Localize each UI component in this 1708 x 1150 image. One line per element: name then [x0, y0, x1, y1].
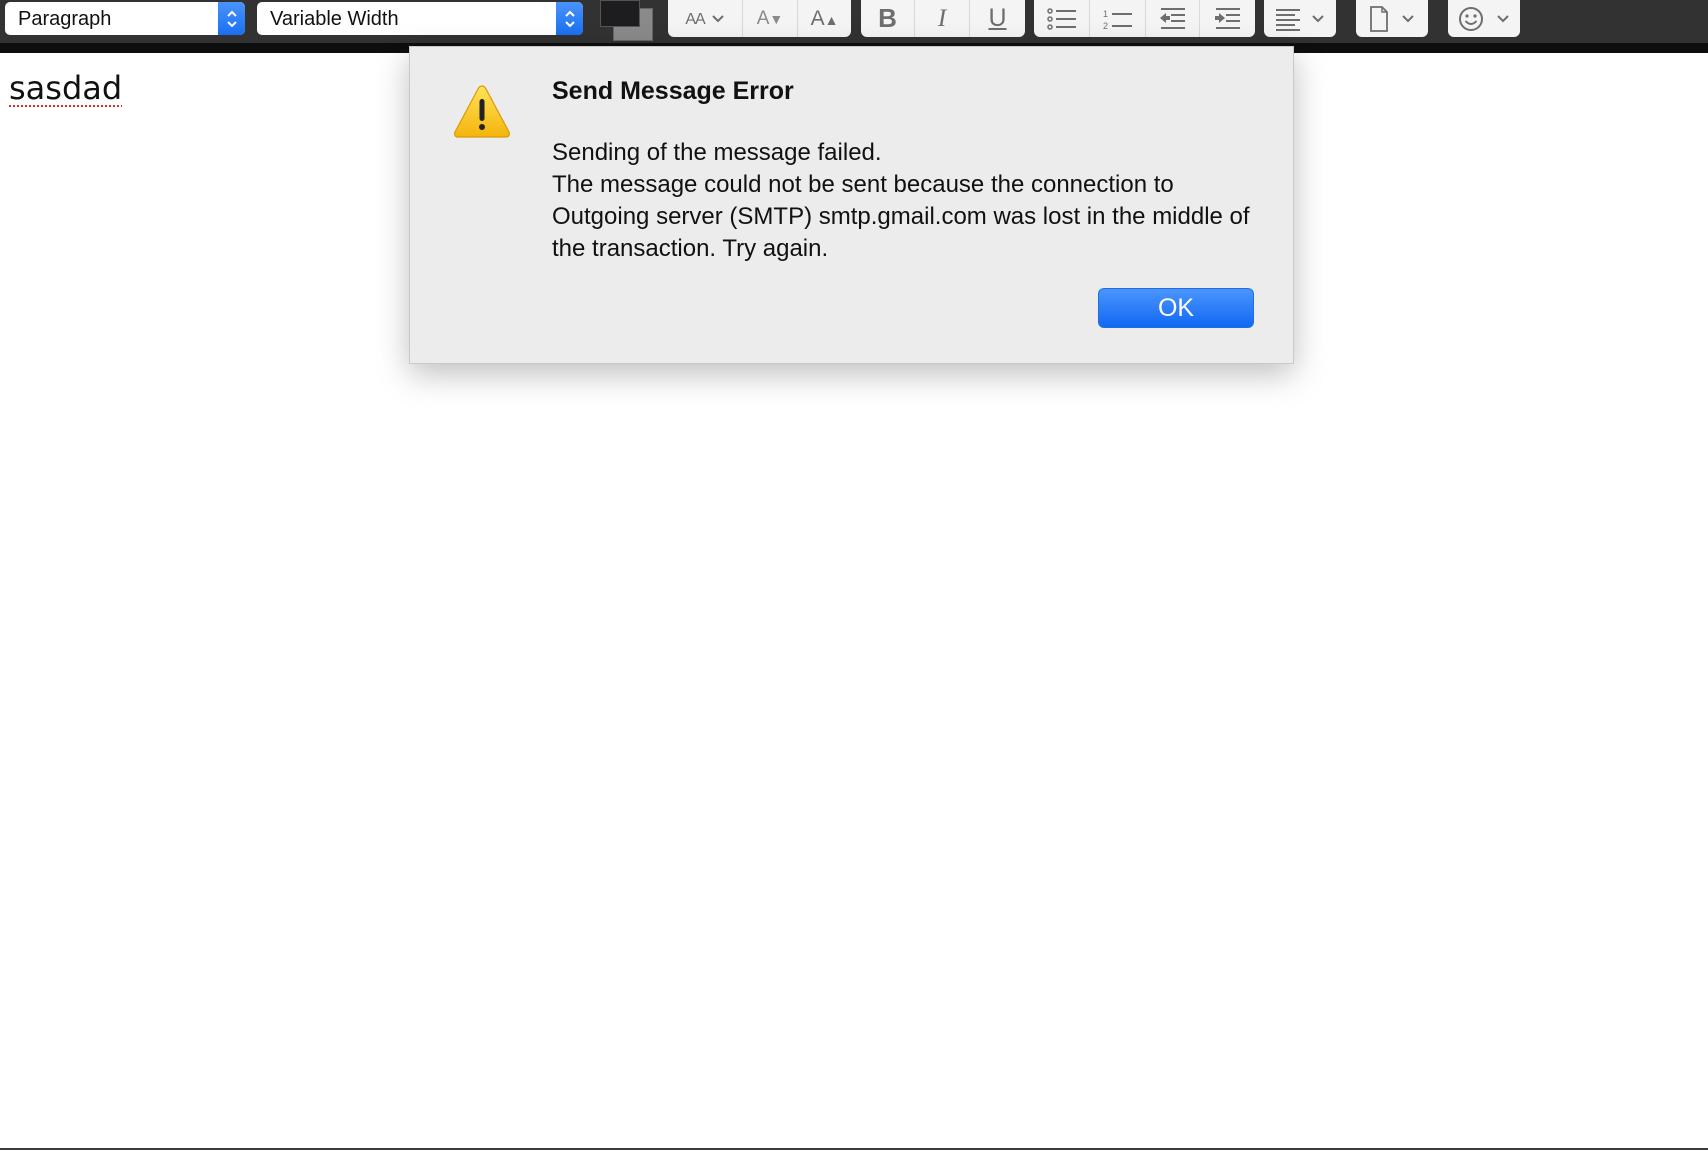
outdent-icon — [1159, 7, 1185, 29]
underline-button[interactable]: U — [970, 0, 1025, 37]
smiley-icon — [1459, 6, 1483, 31]
numbered-list-icon: 12 — [1103, 9, 1132, 31]
bullet-list-icon — [1046, 7, 1076, 30]
list-indent-group: 12 — [1034, 0, 1255, 37]
alignment-group — [1264, 0, 1336, 37]
emoji-button[interactable] — [1448, 0, 1520, 37]
decrease-font-icon: A▼ — [756, 7, 784, 29]
warning-icon — [454, 85, 510, 138]
underline-icon: U — [988, 4, 1007, 32]
page-icon — [1370, 5, 1388, 32]
italic-button[interactable]: I — [915, 0, 970, 37]
format-toolbar: Paragraph Variable Width AA A▼ A▲ B I U — [0, 0, 1708, 43]
emoji-group — [1448, 0, 1520, 37]
dialog-message-detail: The message could not be sent because th… — [552, 171, 1250, 262]
alignment-button[interactable] — [1264, 0, 1336, 37]
larger-text-button[interactable]: A▲ — [798, 0, 851, 37]
font-size-icon: AA — [685, 11, 705, 28]
font-family-value: Variable Width — [270, 8, 399, 30]
bold-icon: B — [878, 3, 897, 33]
svg-text:2: 2 — [1103, 21, 1108, 31]
dialog-message-summary: Sending of the message failed. — [552, 139, 882, 166]
insert-button[interactable] — [1356, 0, 1428, 37]
numbered-list-button[interactable]: 12 — [1090, 0, 1146, 37]
dialog-message: Sending of the message failed. The messa… — [552, 137, 1272, 265]
indent-icon — [1214, 7, 1240, 29]
chevron-down-icon — [1402, 14, 1414, 22]
select-stepper-icon — [218, 2, 245, 35]
dialog-title: Send Message Error — [552, 77, 794, 105]
font-family-select[interactable]: Variable Width — [257, 2, 583, 35]
increase-font-icon: A▲ — [810, 6, 839, 30]
smaller-text-button[interactable]: A▼ — [743, 0, 798, 37]
outdent-button[interactable] — [1146, 0, 1200, 37]
italic-icon: I — [937, 4, 947, 32]
chevron-down-icon — [711, 14, 724, 22]
insert-group — [1356, 0, 1428, 37]
chevron-down-icon — [1312, 14, 1324, 22]
send-message-error-dialog: Send Message Error Sending of the messag… — [409, 46, 1294, 364]
ok-button[interactable]: OK — [1098, 288, 1254, 328]
indent-button[interactable] — [1200, 0, 1255, 37]
paragraph-style-value: Paragraph — [18, 8, 112, 30]
bold-button[interactable]: B — [861, 0, 915, 37]
select-stepper-icon — [556, 2, 583, 35]
message-body-text[interactable]: sasdad — [9, 69, 122, 107]
paragraph-style-select[interactable]: Paragraph — [5, 2, 245, 35]
font-size-group: AA A▼ A▲ — [668, 0, 851, 37]
align-left-icon — [1276, 8, 1300, 31]
text-color-swatch[interactable] — [600, 0, 640, 27]
bullet-list-button[interactable] — [1034, 0, 1090, 37]
font-size-button[interactable]: AA — [668, 0, 743, 37]
chevron-down-icon — [1497, 14, 1509, 22]
text-style-group: B I U — [861, 0, 1025, 37]
svg-text:1: 1 — [1103, 9, 1108, 19]
